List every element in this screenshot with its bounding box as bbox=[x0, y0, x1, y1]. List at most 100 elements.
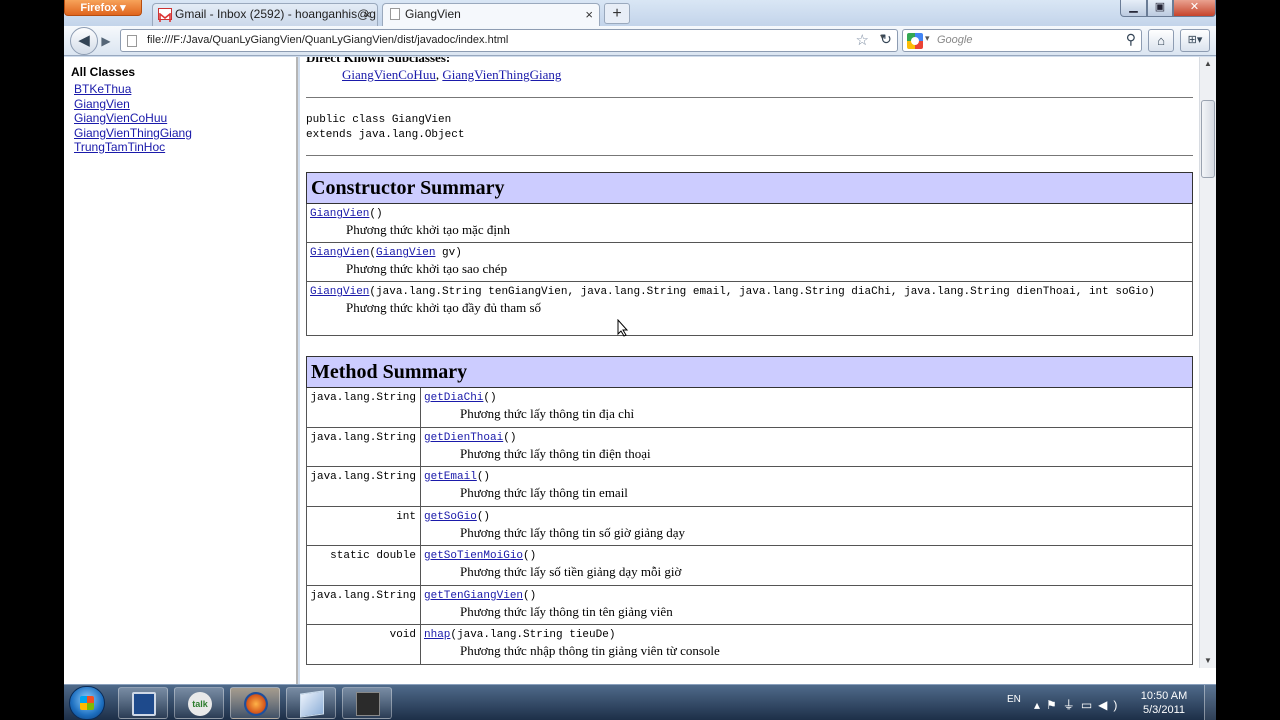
google-search-engine-icon[interactable] bbox=[907, 33, 923, 49]
mouse-cursor-icon bbox=[617, 319, 629, 337]
method-link[interactable]: getDiaChi bbox=[424, 392, 483, 404]
method-description: Phương thức lấy thông tin điện thoại bbox=[460, 445, 651, 461]
method-link[interactable]: getEmail bbox=[424, 471, 477, 483]
search-input[interactable]: Google bbox=[937, 30, 972, 51]
navigation-toolbar: ◀ ▶ file:///F:/Java/QuanLyGiangVien/Quan… bbox=[64, 26, 1216, 56]
close-tab-icon[interactable]: × bbox=[363, 4, 371, 25]
constructor-signature: GiangVien() bbox=[310, 207, 1189, 221]
table-row: java.lang.String getDiaChi() Phương thức … bbox=[306, 387, 1193, 428]
clock[interactable]: 10:50 AM 5/3/2011 bbox=[1132, 689, 1196, 717]
method-description: Phương thức lấy thông tin email bbox=[460, 485, 628, 500]
address-bar[interactable]: file:///F:/Java/QuanLyGiangVien/QuanLyGi… bbox=[120, 29, 898, 52]
method-link[interactable]: getSoTienMoiGio bbox=[424, 550, 523, 562]
power-icon[interactable]: ▭ bbox=[1081, 698, 1098, 712]
taskbar-app-talk[interactable]: talk bbox=[174, 687, 224, 719]
class-link-giangvien[interactable]: GiangVien bbox=[74, 97, 130, 111]
method-link[interactable]: getSoGio bbox=[424, 511, 477, 523]
method-signature: getSoGio() bbox=[424, 510, 1189, 524]
method-signature: getTenGiangVien() bbox=[424, 589, 1189, 603]
signature-text: gv) bbox=[435, 247, 462, 259]
divider bbox=[306, 97, 1193, 98]
tab-gmail[interactable]: Gmail - Inbox (2592) - hoanganhis@g... × bbox=[152, 3, 378, 26]
minimize-button[interactable]: ▁ bbox=[1120, 0, 1147, 17]
subclass-link-giangviencohuu[interactable]: GiangVienCoHuu bbox=[342, 67, 436, 82]
taskbar: talk EN ▴⚑⏚▭◀) 10:50 AM 5/3/2011 bbox=[64, 684, 1216, 720]
back-button[interactable]: ◀ bbox=[70, 27, 98, 55]
class-link-trungtamtinhoc[interactable]: TrungTamTinHoc bbox=[74, 140, 165, 154]
taskbar-app-firefox[interactable] bbox=[230, 687, 280, 719]
forward-button[interactable]: ▶ bbox=[96, 31, 116, 51]
tab-giangvien-label: GiangVien bbox=[405, 7, 461, 21]
maximize-button[interactable]: ▣ bbox=[1147, 0, 1173, 17]
volume-icon[interactable]: ◀) bbox=[1098, 698, 1123, 712]
language-indicator[interactable]: EN bbox=[1007, 694, 1021, 705]
class-declaration: public class GiangVien extends java.lang.… bbox=[306, 113, 1193, 142]
vertical-scrollbar[interactable]: ▲ ▼ bbox=[1199, 57, 1216, 668]
class-list: BTKeThua GiangVien GiangVienCoHuu GiangV… bbox=[74, 82, 192, 155]
method-link[interactable]: getDienThoai bbox=[424, 432, 503, 444]
search-bar[interactable]: ▾ Google ⚲ bbox=[902, 29, 1142, 52]
addon-menu-button[interactable]: ⊞▾ bbox=[1180, 29, 1210, 52]
constructor-link[interactable]: GiangVien bbox=[310, 247, 369, 259]
constructor-link[interactable]: GiangVien bbox=[310, 208, 369, 220]
url-text[interactable]: file:///F:/Java/QuanLyGiangVien/QuanLyGi… bbox=[147, 30, 508, 51]
scroll-down-icon[interactable]: ▼ bbox=[1200, 654, 1216, 668]
start-button[interactable] bbox=[69, 686, 105, 720]
network-flag-icon[interactable]: ⚑ bbox=[1046, 698, 1063, 712]
signature-text: (java.lang.String tenGiangVien, java.lan… bbox=[369, 286, 1155, 298]
constructor-description: Phương thức khởi tạo đầy đủ tham số bbox=[346, 300, 542, 315]
scroll-up-icon[interactable]: ▲ bbox=[1200, 57, 1216, 71]
home-icon: ⌂ bbox=[1157, 33, 1165, 48]
declaration-line: public class GiangVien bbox=[306, 114, 452, 126]
home-button[interactable]: ⌂ bbox=[1148, 29, 1174, 52]
firefox-menu-label: Firefox bbox=[80, 2, 118, 14]
subclasses-list: GiangVienCoHuu, GiangVienThingGiang bbox=[342, 65, 1193, 85]
show-hidden-icons-icon[interactable]: ▴ bbox=[1034, 698, 1046, 712]
close-window-button[interactable]: ✕ bbox=[1173, 0, 1216, 17]
all-classes-heading: All Classes bbox=[71, 65, 136, 79]
signature-text: () bbox=[523, 550, 537, 562]
tab-giangvien[interactable]: GiangVien × bbox=[382, 3, 600, 26]
reload-button[interactable]: ↻ bbox=[876, 29, 896, 52]
subclasses-heading: Direct Known Subclasses: bbox=[306, 57, 451, 65]
table-row: java.lang.String getDienThoai() Phương th… bbox=[306, 426, 1193, 467]
system-tray: EN ▴⚑⏚▭◀) 10:50 AM 5/3/2011 bbox=[1004, 685, 1216, 720]
taskbar-app-media[interactable] bbox=[342, 687, 392, 719]
declaration-line: extends java.lang.Object bbox=[306, 128, 465, 141]
subclass-link-giangvienthinggiang[interactable]: GiangVienThingGiang bbox=[442, 67, 561, 82]
list-item: GiangVienCoHuu bbox=[74, 111, 192, 126]
class-link-giangvienthinggiang[interactable]: GiangVienThingGiang bbox=[74, 126, 192, 140]
save-app-icon bbox=[132, 692, 156, 716]
firefox-menu-button[interactable]: Firefox ▾ bbox=[64, 0, 142, 16]
signature-text: () bbox=[369, 208, 383, 220]
window-controls: ▁ ▣ ✕ bbox=[1120, 0, 1216, 18]
search-icon[interactable]: ⚲ bbox=[1126, 31, 1136, 48]
table-row: void nhap(java.lang.String tieuDe) Phương… bbox=[306, 624, 1193, 665]
firefox-icon bbox=[244, 692, 268, 716]
method-link[interactable]: nhap bbox=[424, 629, 450, 641]
chevron-down-icon[interactable]: ▾ bbox=[925, 33, 930, 44]
taskbar-app-save[interactable] bbox=[118, 687, 168, 719]
method-return-type: java.lang.String bbox=[306, 466, 421, 507]
tab-strip: Firefox ▾ Gmail - Inbox (2592) - hoangan… bbox=[64, 0, 1216, 26]
class-detail-frame: Direct Known Subclasses: GiangVienCoHuu,… bbox=[300, 57, 1216, 684]
class-content: Direct Known Subclasses: GiangVienCoHuu,… bbox=[306, 57, 1193, 665]
constructor-signature: GiangVien(java.lang.String tenGiangVien,… bbox=[310, 285, 1189, 299]
method-description: Phương thức lấy thông tin địa chỉ bbox=[460, 406, 635, 421]
param-type-link[interactable]: GiangVien bbox=[376, 247, 435, 259]
class-link-btkethua[interactable]: BTKeThua bbox=[74, 82, 131, 96]
constructor-link[interactable]: GiangVien bbox=[310, 286, 369, 298]
list-item: TrungTamTinHoc bbox=[74, 140, 192, 155]
close-tab-icon[interactable]: × bbox=[585, 4, 593, 25]
scrollbar-thumb[interactable] bbox=[1201, 100, 1215, 178]
show-desktop-button[interactable] bbox=[1204, 685, 1216, 720]
taskbar-app-box[interactable] bbox=[286, 687, 336, 719]
method-link[interactable]: getTenGiangVien bbox=[424, 590, 523, 602]
method-summary-title: Method Summary bbox=[306, 356, 1193, 388]
bookmark-star-icon[interactable]: ☆ bbox=[856, 31, 869, 49]
new-tab-button[interactable]: + bbox=[604, 3, 630, 24]
signature-text: () bbox=[476, 510, 491, 523]
class-link-giangviencohuu[interactable]: GiangVienCoHuu bbox=[74, 111, 167, 125]
usb-icon[interactable]: ⏚ bbox=[1063, 698, 1081, 712]
gmail-icon bbox=[158, 8, 172, 22]
